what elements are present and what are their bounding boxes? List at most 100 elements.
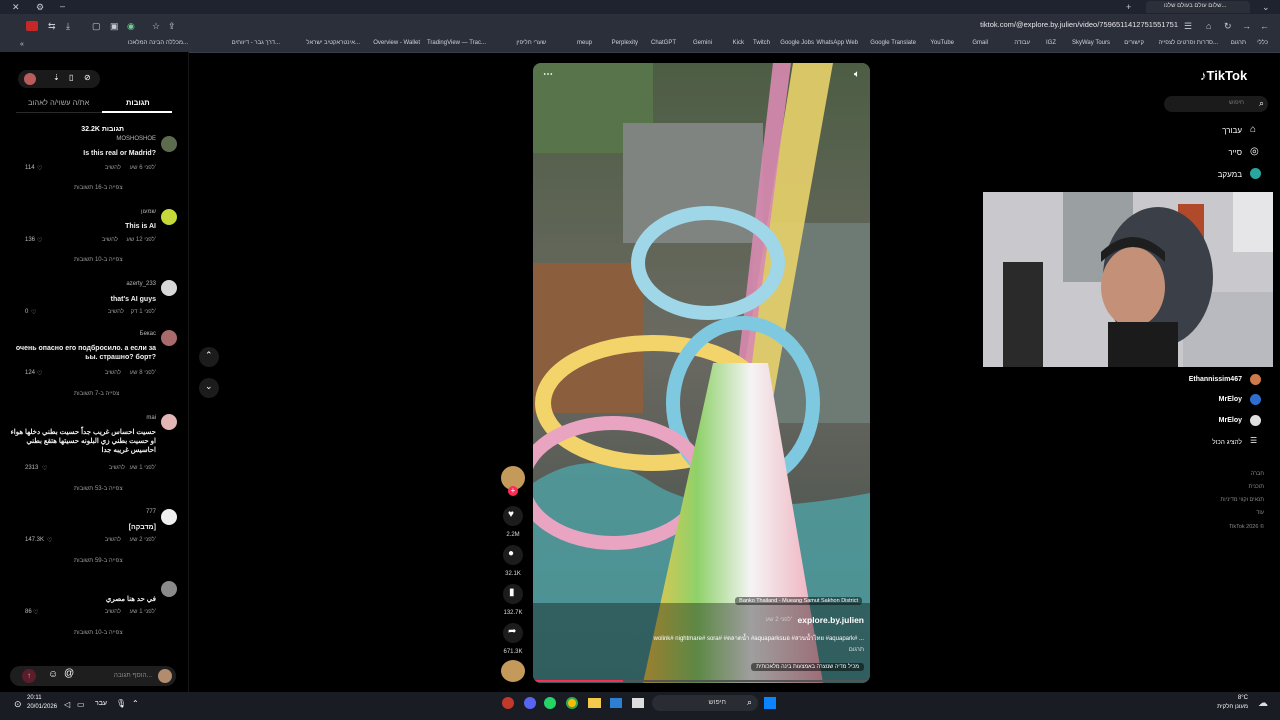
pin-icon[interactable]: ⇣ [53,73,60,82]
view-replies[interactable]: צפייה ב-10 תשובות [74,630,123,636]
mention-icon[interactable]: @ [64,668,74,679]
compass-icon[interactable]: ◎ [1250,146,1261,157]
bookmark-item[interactable]: כללי [1257,40,1268,46]
microphone-icon[interactable]: 🎙︎ [116,699,126,708]
comment-likes[interactable]: 147.3K [25,537,44,543]
bookmark-star-icon[interactable]: ☆ [152,20,160,32]
avatar[interactable] [1250,394,1261,405]
send-icon[interactable]: ↑ [22,669,36,683]
reply-button[interactable]: להשיב [102,237,118,243]
language-indicator[interactable]: עבר [95,700,107,707]
comment-user[interactable]: 777 [146,509,156,515]
like-button[interactable]: ♥ [503,506,523,526]
avatar[interactable] [161,330,177,346]
view-replies[interactable]: צפייה ב-16 תשובות [74,185,123,191]
next-video-button[interactable]: ⌄ [199,378,219,398]
tab-comments[interactable]: תגובות [126,98,150,107]
comment-user[interactable]: Бекас [140,331,156,337]
new-tab-icon[interactable]: + [1126,1,1131,13]
forward-icon[interactable]: → [1242,20,1251,32]
windows-start-icon[interactable] [764,697,776,709]
footer-link[interactable]: תנאים וקווי מדיניות [1220,497,1264,503]
show-all-link[interactable]: להציג הכול [1212,439,1242,446]
discord-icon[interactable] [524,697,536,709]
avatar[interactable] [24,73,36,85]
avatar[interactable] [161,209,177,225]
heart-icon[interactable]: ♡ [37,370,42,377]
volume-icon[interactable]: ◁ [64,700,70,709]
extension-icon[interactable]: ▢ [92,20,101,32]
volume-icon[interactable]: 🔈︎ [854,69,860,80]
comment-user[interactable]: mai [146,415,156,421]
bookmark-item[interactable]: תרגום [1231,40,1246,46]
view-replies[interactable]: צפייה ב-53 תשובות [74,486,123,492]
close-icon[interactable]: ✕ [12,1,20,13]
address-bar[interactable]: tiktok.com/@explore.by.julien/video/7596… [980,20,1178,29]
nav-for-you[interactable]: עבורך [1222,126,1242,135]
folder-icon[interactable] [588,698,601,708]
bookmark-item[interactable]: Google Jobs [780,40,814,46]
bookmark-item[interactable]: Twitch [753,40,770,46]
chevron-up-icon[interactable]: ⌃ [132,699,139,708]
avatar[interactable] [161,136,177,152]
bookmark-item[interactable]: ChatGPT [651,40,676,46]
home-icon[interactable]: ⌂ [1250,124,1261,135]
following-user[interactable]: Ethannissim467 [1189,376,1242,383]
save-button[interactable]: ▮ [503,584,523,604]
bookmark-item[interactable]: אינטראקטיב ישראל... [306,40,360,46]
more-options-icon[interactable]: ⋯ [543,69,553,80]
bookmark-item[interactable]: Perplexity [612,40,638,46]
taskview-icon[interactable] [632,698,644,708]
footer-link[interactable]: תוכנית [1249,484,1264,490]
wifi-icon[interactable]: ▭ [77,700,85,709]
avatar[interactable] [161,509,177,525]
location-tag[interactable]: Banko Thailand - Mueang Samut Sakhon Dis… [735,597,862,605]
more-bookmarks-icon[interactable]: « [20,39,24,51]
reply-button[interactable]: להשיב [108,309,124,315]
bookmark-item[interactable]: IGZ [1046,40,1056,46]
comment-user[interactable]: שמעון [141,209,156,215]
reply-button[interactable]: להשיב [105,609,121,615]
avatar[interactable] [1250,415,1261,426]
comment-input[interactable]: ↑ ☺ @ הוסף תגובה... [10,666,176,686]
bookmark-item[interactable]: WhatsApp Web [816,40,858,46]
weather-desc[interactable]: מעונן חלקית [1217,704,1248,710]
search-input[interactable]: חיפוש ⌕ [1164,96,1268,112]
translate-link[interactable]: תרגום [849,647,864,653]
reply-button[interactable]: להשיב [109,465,125,471]
extension-icon[interactable]: ▣ [110,20,119,32]
back-icon[interactable]: ← [1260,20,1269,32]
comment-likes[interactable]: 0 [25,309,28,315]
search-icon[interactable]: ⌕ [1259,98,1264,109]
reply-button[interactable]: להשיב [105,537,121,543]
video-player[interactable]: ⋯ 🔈︎ Banko Thailand - Mueang Samut Sakho… [533,63,870,683]
share-button[interactable]: ➦ [503,623,523,643]
bookmark-item[interactable]: סדרות וסרטים לצפייה... [1158,40,1218,46]
settings-icon[interactable]: ⚙ [36,1,44,13]
bookmark-item[interactable]: meup [577,40,592,46]
comment-user[interactable]: azerty_233 [126,281,156,287]
bookmark-item[interactable]: Overview - Wallet [373,40,420,46]
tiktok-logo[interactable]: ♪TikTok [1200,68,1247,83]
nav-explore[interactable]: סייר [1228,148,1242,157]
store-icon[interactable] [610,698,622,708]
heart-icon[interactable]: ♡ [37,165,42,172]
emoji-icon[interactable]: ☺ [48,669,58,680]
bookmark-item[interactable]: עבודה [1014,40,1030,46]
view-replies[interactable]: צפייה ב-59 תשובות [74,558,123,564]
view-replies[interactable]: צפייה ב-10 תשובות [74,257,123,263]
footer-link[interactable]: עוד [1256,510,1264,516]
download-icon[interactable]: ⤓ [66,20,70,32]
following-avatar-icon[interactable] [1250,168,1261,179]
extension-icon[interactable]: ◉ [127,20,135,32]
bookmark-item[interactable]: Gemini [693,40,712,46]
reader-icon[interactable]: ☰ [1184,20,1192,32]
heart-icon[interactable]: ♡ [37,237,42,244]
bookmark-item[interactable]: Kick [733,40,744,46]
follow-plus-icon[interactable]: + [508,486,518,496]
share-icon[interactable]: ⇪ [168,20,176,32]
comment-likes[interactable]: 124 [25,370,35,376]
heart-icon[interactable]: ♡ [47,537,52,544]
app-icon[interactable] [502,697,514,709]
clock-date[interactable]: 20/01/2026 [27,704,57,710]
